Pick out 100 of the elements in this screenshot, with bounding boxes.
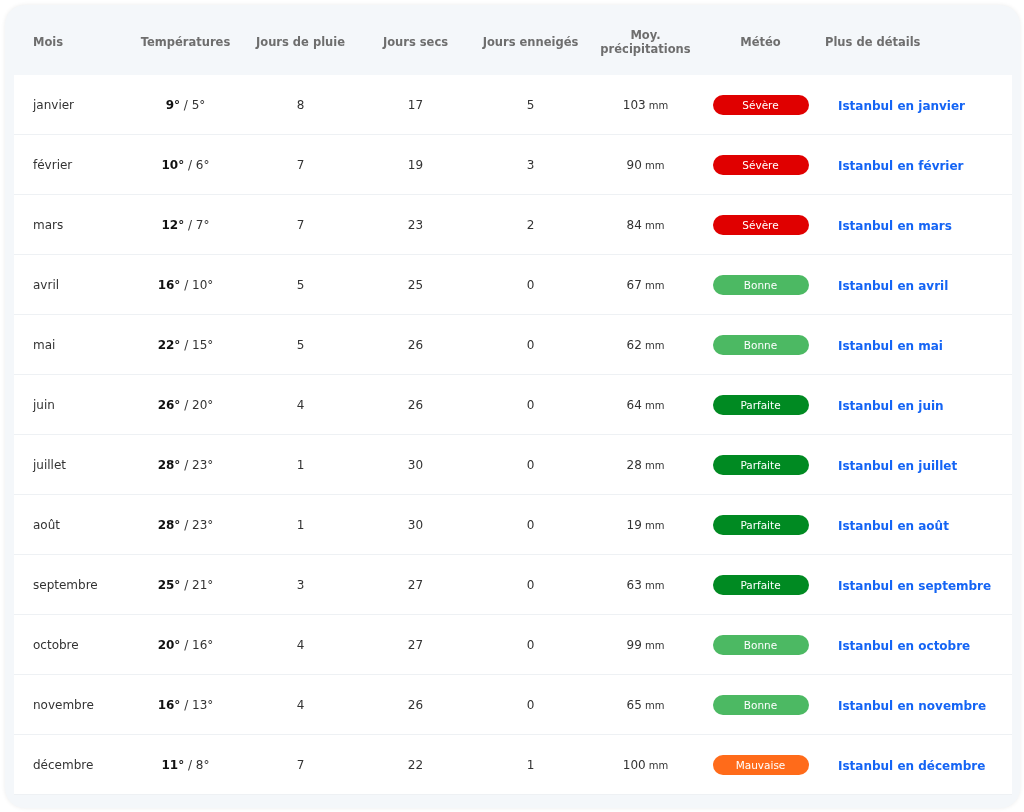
snow-days-cell-text: 1 [525,757,536,772]
precipitation-unit: mm [648,759,669,771]
rain-days-cell-text: 7 [295,757,306,772]
month-cell-text: octobre [32,637,80,652]
temperature-range: 28° / 23° [157,457,214,472]
column-header: Jours de pluie [254,35,346,50]
snow-days-cell-text: 2 [525,217,536,232]
rain-days-cell-text: 4 [295,397,306,412]
precipitation-value: 63 [626,577,642,592]
details-link[interactable]: Istanbul en mai [838,339,943,353]
rain-days-cell-text: 1 [295,457,306,472]
temperature-range: 25° / 21° [157,577,214,592]
weather-badge: Parfaite [712,454,809,475]
precipitation-value: 64 [626,397,642,412]
dry-days-cell-text: 30 [406,457,425,472]
details-link[interactable]: Istanbul en novembre [838,699,987,713]
precipitation-value: 84 [626,217,642,232]
temperature-range: 11° / 8° [161,757,210,772]
precipitation-unit: mm [644,219,665,231]
precipitation-value: 65 [626,697,642,712]
snow-days-cell-text: 0 [525,697,536,712]
details-link[interactable]: Istanbul en août [838,519,949,533]
month-cell-text: novembre [32,697,95,712]
precipitation-value: 99 [626,637,642,652]
month-cell-text: septembre [32,577,99,592]
rain-days-cell-text: 4 [295,697,306,712]
dry-days-cell-text: 23 [406,217,425,232]
month-cell-text: décembre [32,757,95,772]
snow-days-cell-text: 0 [525,277,536,292]
month-cell-text: février [32,157,74,172]
precipitation-unit: mm [648,99,669,111]
temperature-range: 10° / 6° [161,157,210,172]
dry-days-cell-text: 27 [406,577,425,592]
precipitation-value: 100 [622,757,646,772]
weather-badge: Parfaite [712,514,809,535]
rain-days-cell-text: 3 [295,577,306,592]
details-link[interactable]: Istanbul en février [838,159,964,173]
column-header: Météo [739,35,782,50]
precipitation-unit: mm [644,579,665,591]
weather-badge: Parfaite [712,394,809,415]
precipitation-unit: mm [644,159,665,171]
month-cell-text: janvier [31,97,76,112]
dry-days-cell-text: 25 [406,277,425,292]
details-link[interactable]: Istanbul en juin [838,399,944,413]
details-link[interactable]: Istanbul en décembre [838,759,986,773]
month-cell-text: mars [32,217,65,232]
precipitation-unit: mm [644,699,665,711]
month-cell-text: avril [32,277,61,292]
precipitation-unit: mm [644,399,665,411]
details-link[interactable]: Istanbul en janvier [838,99,965,113]
dry-days-cell-text: 26 [406,697,425,712]
details-link[interactable]: Istanbul en avril [838,279,949,293]
snow-days-cell-text: 0 [525,577,536,592]
rain-days-cell-text: 4 [295,637,306,652]
temperature-range: 9° / 5° [165,97,206,112]
weather-badge: Bonne [712,274,809,295]
details-link[interactable]: Istanbul en septembre [838,579,992,593]
precipitation-unit: mm [644,339,665,351]
dry-days-cell-text: 26 [406,397,425,412]
temperature-range: 16° / 10° [157,277,214,292]
precipitation-value: 103 [622,97,646,112]
weather-badge: Bonne [712,334,809,355]
temperature-range: 26° / 20° [157,397,214,412]
precipitation-value: 62 [626,337,642,352]
details-link[interactable]: Istanbul en juillet [838,459,958,473]
snow-days-cell-text: 0 [525,517,536,532]
month-cell-text: août [32,517,61,532]
dry-days-cell-text: 22 [406,757,425,772]
dry-days-cell-text: 19 [406,157,425,172]
column-header: Jours secs [381,35,450,50]
weather-badge: Sévère [712,214,809,235]
snow-days-cell-text: 0 [525,397,536,412]
rain-days-cell-text: 1 [295,517,306,532]
weather-badge: Mauvaise [712,754,809,775]
weather-badge: Bonne [712,634,809,655]
column-header: Moy. précipitations [599,29,692,56]
details-link[interactable]: Istanbul en mars [838,219,952,233]
column-header: Jours enneigés [481,35,580,50]
precipitation-unit: mm [644,279,665,291]
precipitation-value: 67 [626,277,642,292]
temperature-range: 12° / 7° [161,217,210,232]
precipitation-value: 19 [626,517,642,532]
snow-days-cell-text: 0 [525,457,536,472]
precipitation-unit: mm [644,639,665,651]
rain-days-cell-text: 5 [295,277,306,292]
column-header: Mois [32,35,65,50]
rain-days-cell-text: 5 [295,337,306,352]
month-cell-text: juin [31,397,56,412]
column-header: Températures [139,35,232,50]
snow-days-cell-text: 3 [525,157,536,172]
weather-badge: Sévère [712,154,809,175]
month-cell-text: juillet [31,457,68,472]
temperature-range: 16° / 13° [157,697,214,712]
precipitation-value: 28 [626,457,642,472]
details-link[interactable]: Istanbul en octobre [838,639,971,653]
dry-days-cell-text: 30 [406,517,425,532]
dry-days-cell-text: 17 [406,97,425,112]
snow-days-cell-text: 0 [525,337,536,352]
weather-badge: Bonne [712,694,809,715]
snow-days-cell-text: 5 [525,97,536,112]
